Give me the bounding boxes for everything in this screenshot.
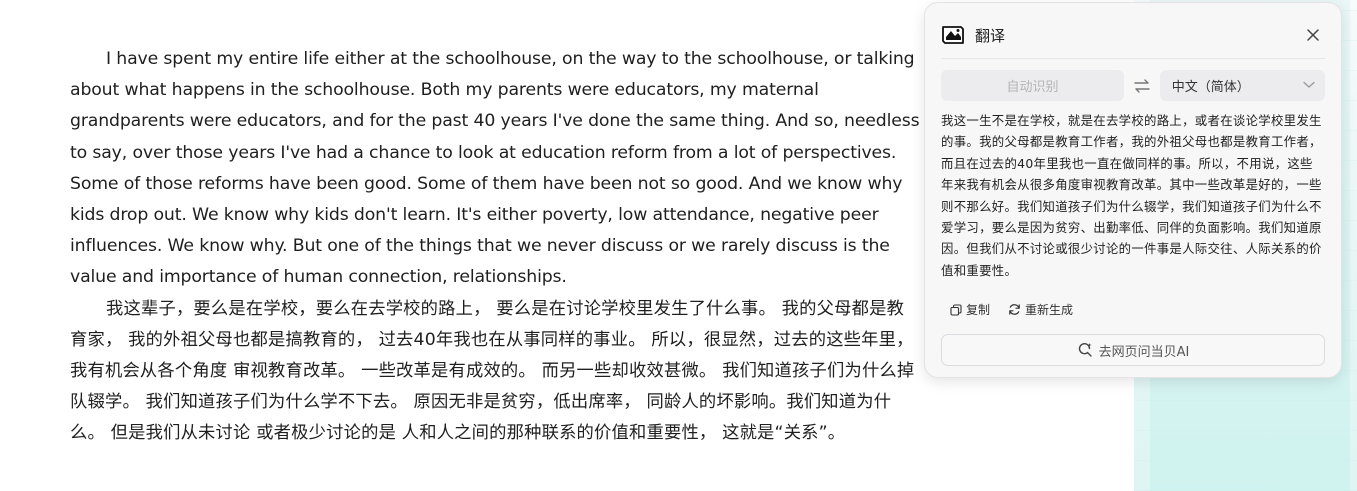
- source-language-select[interactable]: 自动识别: [941, 70, 1124, 101]
- close-icon: [1307, 29, 1319, 41]
- ask-ai-button[interactable]: 去网页问当贝AI: [941, 334, 1325, 366]
- panel-header: 翻译: [941, 19, 1325, 51]
- copy-icon: [950, 303, 962, 316]
- target-language-select[interactable]: 中文（简体）: [1159, 70, 1325, 101]
- copy-label: 复制: [966, 303, 991, 317]
- close-button[interactable]: [1301, 23, 1325, 47]
- copy-button[interactable]: 复制: [950, 301, 990, 318]
- page: I have spent my entire life either at th…: [0, 0, 1357, 491]
- english-paragraph: I have spent my entire life either at th…: [70, 49, 920, 288]
- ask-ai-label: 去网页问当贝AI: [1098, 344, 1190, 360]
- regenerate-label: 重新生成: [1025, 303, 1074, 317]
- regenerate-button[interactable]: 重新生成: [1008, 301, 1073, 318]
- chinese-paragraph: 我这辈子，要么是在学校，要么在去学校的路上， 要么是在讨论学校里发生了什么事。 …: [70, 298, 915, 444]
- target-language-label: 中文（简体）: [1171, 80, 1250, 95]
- translation-panel: 翻译 自动识别 中文（简体） 我这一生不是在学校，就是在去学校的路上，或者在谈论…: [924, 2, 1342, 378]
- swap-icon: [1134, 78, 1150, 93]
- ai-search-icon: [1078, 342, 1092, 357]
- article: I have spent my entire life either at th…: [70, 44, 920, 450]
- translation-text: 我这一生不是在学校，就是在去学校的路上，或者在谈论学校里发生的事。我的父母都是教…: [941, 113, 1322, 278]
- source-language-label: 自动识别: [1006, 80, 1059, 95]
- panel-title: 翻译: [975, 26, 1006, 45]
- divider: [941, 58, 1325, 59]
- action-bar: 复制 重新生成: [950, 301, 1091, 318]
- chevron-down-icon: [1303, 78, 1315, 93]
- language-row: 自动识别 中文（简体）: [941, 70, 1325, 101]
- swap-languages-button[interactable]: [1124, 78, 1160, 93]
- refresh-icon: [1009, 304, 1020, 315]
- translate-logo-icon: [941, 23, 965, 47]
